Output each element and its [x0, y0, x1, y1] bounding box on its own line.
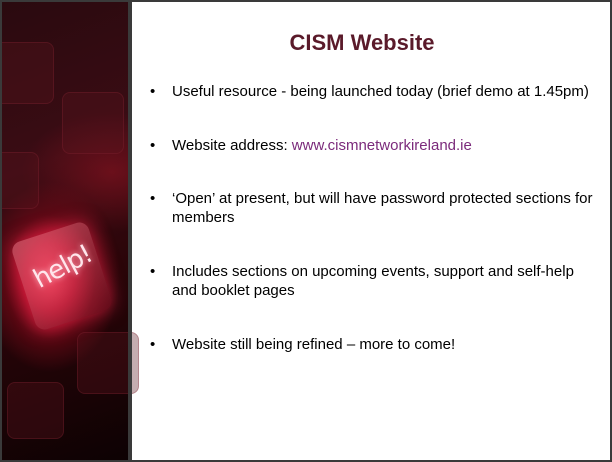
bullet-item: • ‘Open’ at present, but will have passw… — [150, 189, 600, 227]
help-key-image: help! — [2, 2, 139, 460]
keyboard-key-decoration — [2, 152, 39, 209]
bullet-icon: • — [150, 263, 156, 280]
divider — [128, 2, 132, 460]
bullet-icon: • — [150, 137, 156, 154]
website-link[interactable]: www.cismnetworkireland.ie — [292, 137, 472, 154]
bullet-item: • Includes sections on upcoming events, … — [150, 262, 600, 300]
bullet-item: • Website still being refined – more to … — [150, 335, 600, 354]
bullet-text: Website still being refined – more to co… — [172, 336, 456, 353]
slide: help! CISM Website • Useful resource - b… — [0, 0, 612, 462]
bullet-icon: • — [150, 83, 156, 100]
bullet-text: ‘Open’ at present, but will have passwor… — [172, 190, 593, 226]
bullet-item: • Useful resource - being launched today… — [150, 82, 600, 101]
bullet-text: Useful resource - being launched today (… — [172, 83, 589, 100]
bullet-text: Includes sections on upcoming events, su… — [172, 263, 574, 299]
slide-title: CISM Website — [289, 30, 435, 55]
bullet-item: • Website address: www.cismnetworkirelan… — [150, 136, 600, 155]
bullet-text: Website address: — [172, 137, 292, 154]
bullet-icon: • — [150, 190, 156, 207]
bullet-icon: • — [150, 336, 156, 353]
keyboard-key-decoration — [62, 92, 124, 154]
bullet-list: • Useful resource - being launched today… — [150, 82, 600, 354]
keyboard-key-decoration — [2, 42, 54, 104]
keyboard-key-decoration — [7, 382, 64, 439]
